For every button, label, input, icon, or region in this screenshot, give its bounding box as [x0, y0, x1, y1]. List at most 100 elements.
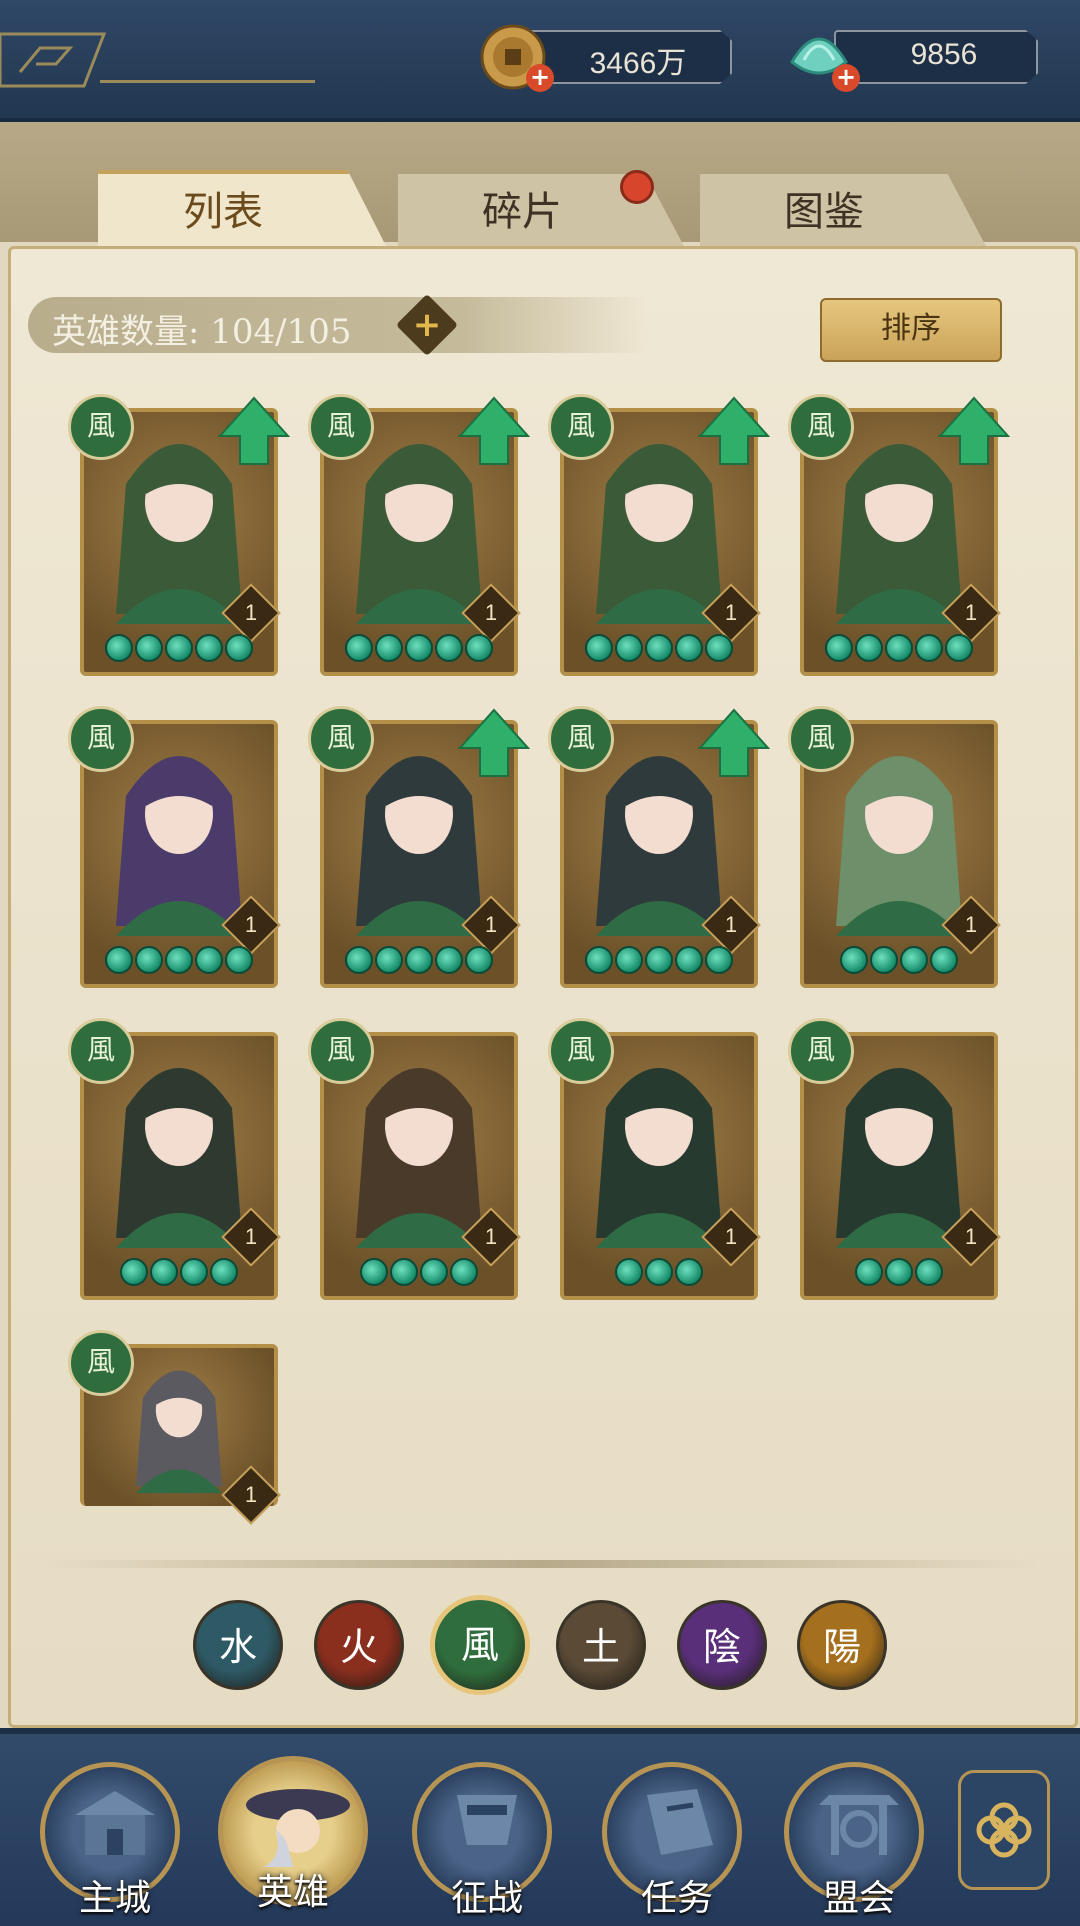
star-orb-icon: [135, 634, 163, 662]
filter-wind[interactable]: 風: [430, 1595, 530, 1695]
main-city-icon: [75, 1791, 155, 1855]
hero-card[interactable]: 風1: [68, 706, 281, 988]
star-orb-icon: [225, 634, 253, 662]
star-orb-icon: [465, 634, 493, 662]
hero-card[interactable]: 風1: [308, 706, 530, 988]
add-coins-button[interactable]: +: [526, 64, 554, 92]
more-menu-button[interactable]: [958, 1770, 1050, 1890]
filter-water[interactable]: 水: [193, 1600, 283, 1690]
hero-stars: [320, 634, 518, 668]
hero-stars: [80, 1258, 278, 1292]
tab-list[interactable]: 列表: [98, 170, 388, 250]
hero-count-text: 英雄数量: 104/105: [52, 312, 352, 352]
star-orb-icon: [375, 946, 403, 974]
hero-stars: [560, 946, 758, 980]
filter-earth[interactable]: 土: [556, 1600, 646, 1690]
nav-campaign[interactable]: 征战: [412, 1762, 552, 1919]
hero-card[interactable]: 風1: [788, 706, 1001, 988]
star-orb-icon: [615, 1258, 643, 1286]
filter-yin[interactable]: 陰: [677, 1600, 767, 1690]
upgrade-arrow-icon: [458, 708, 530, 777]
star-orb-icon: [165, 634, 193, 662]
nav-main-city[interactable]: 主城: [40, 1762, 180, 1919]
hero-card[interactable]: 風1: [308, 1018, 521, 1300]
hero-card[interactable]: 風1: [548, 1018, 761, 1300]
star-orb-icon: [420, 1258, 448, 1286]
logo-pattern-icon: [0, 32, 107, 88]
hero-stars: [800, 946, 998, 980]
filter-yang[interactable]: 陽: [797, 1600, 887, 1690]
star-orb-icon: [180, 1258, 208, 1286]
star-orb-icon: [435, 946, 463, 974]
star-orb-icon: [150, 1258, 178, 1286]
star-orb-icon: [705, 634, 733, 662]
star-orb-icon: [360, 1258, 388, 1286]
star-orb-icon: [885, 1258, 913, 1286]
nav-quest[interactable]: 任务: [602, 1762, 742, 1919]
element-badge: 風: [548, 1018, 614, 1084]
plus-icon: +: [412, 305, 442, 345]
nav-quest-label: 任务: [640, 1878, 713, 1919]
star-orb-icon: [345, 946, 373, 974]
star-orb-icon: [930, 946, 958, 974]
element-badge: 風: [308, 1018, 374, 1084]
jade-value: 9856: [910, 38, 978, 71]
hero-card[interactable]: 風1: [548, 394, 770, 676]
star-orb-icon: [840, 946, 868, 974]
hero-stars: [800, 1258, 998, 1292]
element-badge: 風: [308, 394, 374, 460]
hero-card[interactable]: 風1: [308, 394, 530, 676]
star-orb-icon: [675, 946, 703, 974]
nav-hero-label: 英雄: [256, 1872, 329, 1913]
hero-level: 1: [244, 1224, 258, 1249]
hero-stars: [80, 946, 278, 980]
hero-card[interactable]: 風1: [68, 1330, 281, 1525]
hero-card[interactable]: 風1: [68, 1018, 281, 1300]
expand-hero-slots-button[interactable]: +: [395, 293, 459, 357]
hero-stars: [320, 1258, 518, 1292]
hero-card[interactable]: 風1: [548, 706, 770, 988]
star-orb-icon: [645, 1258, 673, 1286]
nav-guild[interactable]: 盟会: [784, 1762, 924, 1919]
star-orb-icon: [615, 634, 643, 662]
guild-icon: [819, 1795, 899, 1855]
filter-fire[interactable]: 火: [314, 1600, 404, 1690]
star-orb-icon: [195, 946, 223, 974]
hero-stars: [800, 634, 998, 668]
element-badge: 風: [68, 1330, 134, 1396]
tab-fragments-label: 碎片: [482, 189, 562, 235]
hero-card[interactable]: 風1: [788, 1018, 1001, 1300]
hero-card[interactable]: 風1: [788, 394, 1010, 676]
hero-level: 1: [484, 1224, 498, 1249]
star-orb-icon: [345, 634, 373, 662]
bottom-navigation: 主城 英雄 征战 任务 盟会: [0, 1728, 1080, 1926]
hero-card[interactable]: 風1: [68, 394, 290, 676]
sort-button[interactable]: 排序: [820, 298, 1002, 362]
star-orb-icon: [105, 946, 133, 974]
add-jade-button[interactable]: +: [832, 64, 860, 92]
hero-stars: [80, 634, 278, 668]
element-filter-bar: 水 火 風 土 陰 陽: [0, 1595, 1080, 1710]
hero-level: 1: [244, 600, 258, 625]
star-orb-icon: [405, 634, 433, 662]
nav-campaign-label: 征战: [450, 1878, 523, 1919]
star-orb-icon: [675, 1258, 703, 1286]
hero-level: 1: [724, 1224, 738, 1249]
header-divider: [100, 80, 315, 83]
star-orb-icon: [870, 946, 898, 974]
hero-stars: [560, 634, 758, 668]
star-orb-icon: [585, 634, 613, 662]
star-orb-icon: [825, 634, 853, 662]
star-orb-icon: [135, 946, 163, 974]
star-orb-icon: [855, 1258, 883, 1286]
tab-codex[interactable]: 图鉴: [700, 174, 988, 250]
element-badge: 風: [788, 706, 854, 772]
star-orb-icon: [105, 634, 133, 662]
star-orb-icon: [225, 946, 253, 974]
nav-hero[interactable]: 英雄: [218, 1756, 368, 1913]
hero-level: 1: [964, 600, 978, 625]
nav-guild-label: 盟会: [822, 1878, 895, 1919]
star-orb-icon: [900, 946, 928, 974]
jade-counter: 9856 +: [784, 30, 1054, 92]
hero-level: 1: [484, 600, 498, 625]
